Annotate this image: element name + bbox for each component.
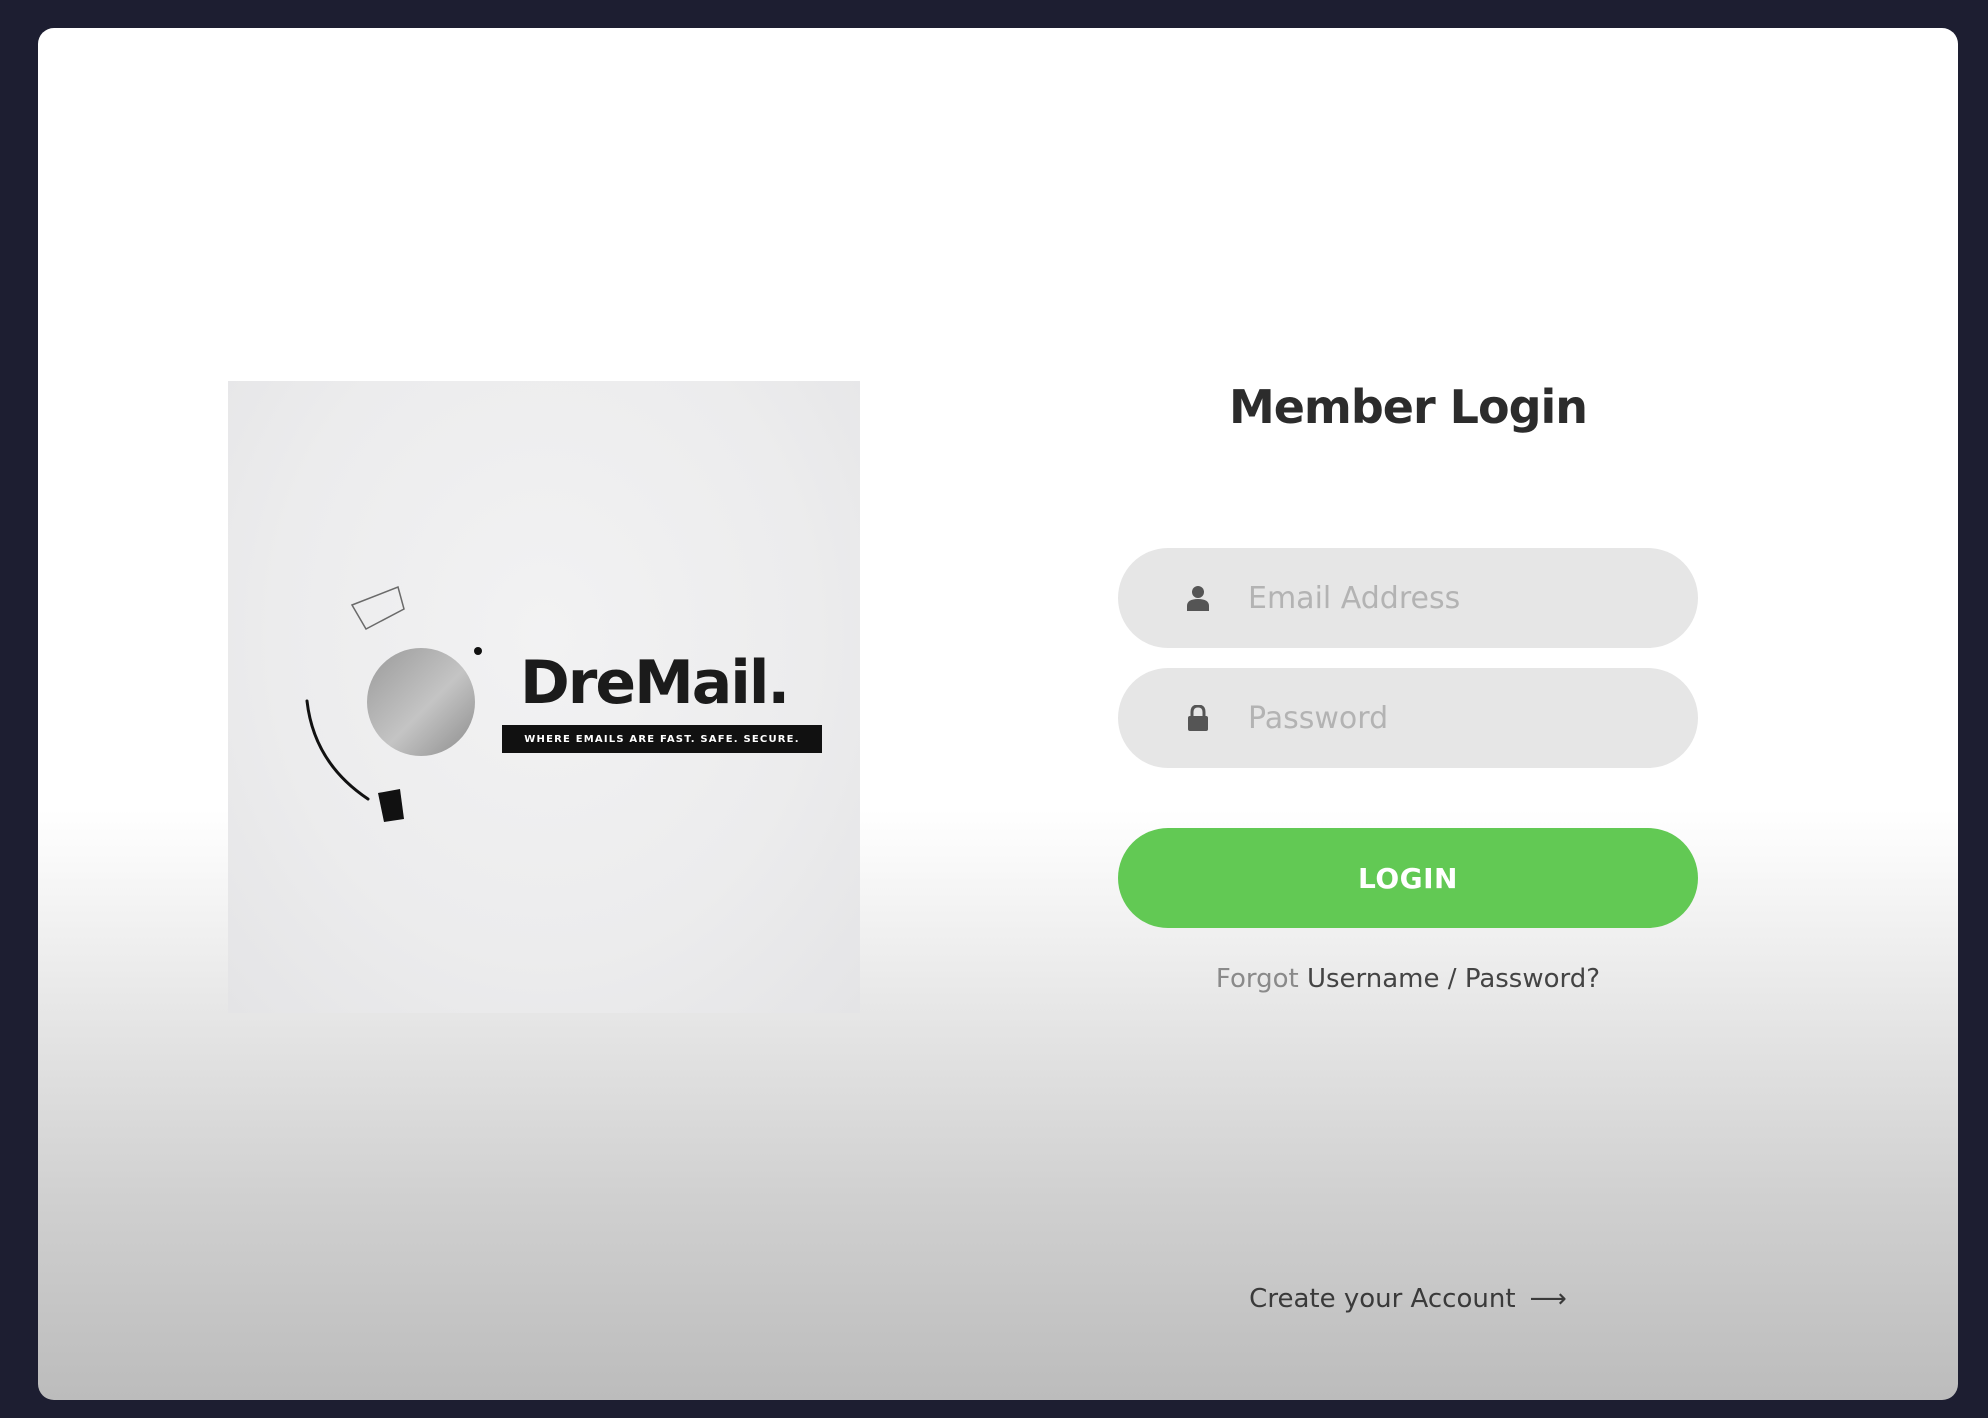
lock-icon xyxy=(1186,704,1210,732)
email-field[interactable] xyxy=(1118,548,1698,648)
forgot-prefix: Forgot xyxy=(1215,964,1299,994)
create-account-link[interactable]: Create your Account ⟶ xyxy=(1038,1284,1778,1314)
page-title: Member Login xyxy=(1228,380,1588,434)
password-input[interactable] xyxy=(1248,700,1668,736)
forgot-separator: / xyxy=(1447,964,1457,994)
user-icon xyxy=(1186,584,1210,612)
create-account-label: Create your Account xyxy=(1249,1284,1516,1314)
logo-block xyxy=(378,789,404,822)
logo-trapezoid-outline xyxy=(350,585,405,630)
arrow-right-icon: ⟶ xyxy=(1529,1284,1567,1314)
logo-dot xyxy=(474,647,482,655)
password-field[interactable] xyxy=(1118,668,1698,768)
email-input[interactable] xyxy=(1248,580,1668,616)
forgot-password-link[interactable]: Password? xyxy=(1465,964,1600,994)
forgot-credentials: Forgot Username / Password? xyxy=(1038,964,1778,994)
logo-orb xyxy=(367,648,475,756)
brand-logo-panel: DreMail. WHERE EMAILS ARE FAST. SAFE. SE… xyxy=(228,381,860,1013)
brand-tagline: WHERE EMAILS ARE FAST. SAFE. SECURE. xyxy=(502,725,822,753)
forgot-username-link[interactable]: Username xyxy=(1307,964,1440,994)
login-button[interactable]: LOGIN xyxy=(1118,828,1698,928)
login-card: DreMail. WHERE EMAILS ARE FAST. SAFE. SE… xyxy=(38,28,1958,1400)
logo-arc xyxy=(305,699,370,801)
brand-name: DreMail. xyxy=(520,648,790,718)
